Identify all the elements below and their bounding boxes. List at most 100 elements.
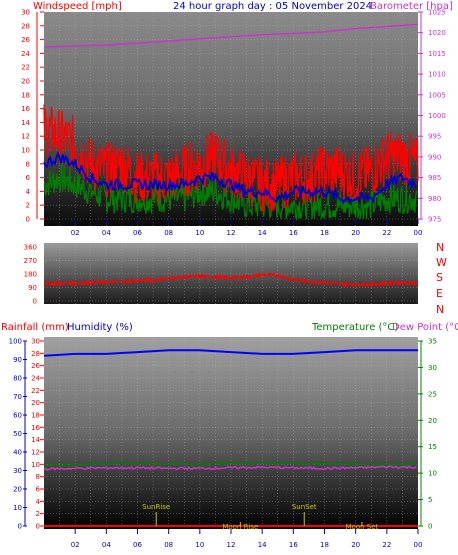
climate-x-tick-label: 02: [71, 541, 80, 549]
rainfall-tick-label: 6: [36, 486, 41, 494]
rainfall-tick-label: 2: [36, 510, 40, 518]
climate-x-tick-label: 14: [258, 541, 267, 549]
wind-tick-label: 16: [21, 105, 30, 113]
climate-x-tick-label: 12: [227, 541, 236, 549]
wind-tick-label: 8: [26, 160, 30, 168]
wind-x-tick-label: 22: [382, 229, 391, 237]
barometer-tick-label: 1020: [428, 29, 446, 37]
direction-label-s: S: [436, 271, 443, 284]
direction-label-w: W: [436, 256, 447, 269]
wind-tick-label: 18: [21, 91, 30, 99]
wind-x-tick-label: 14: [258, 229, 267, 237]
temperature-tick-label: 10: [428, 470, 437, 478]
temperature-tick-label: 0: [428, 523, 432, 531]
climate-x-tick-label: 06: [133, 541, 142, 549]
wind-tick-label: 14: [21, 119, 30, 127]
direction-tick-label: 360: [24, 244, 37, 252]
climate-x-tick-label: 16: [289, 541, 298, 549]
temperature-tick-label: 15: [428, 443, 437, 451]
climate-x-tick-label: 00: [414, 541, 423, 549]
wind-x-tick-label: 10: [195, 229, 204, 237]
barometer-tick-label: 980: [428, 195, 441, 203]
wind-x-tick-label: 20: [351, 229, 360, 237]
wind-tick-label: 4: [26, 188, 31, 196]
event-label: SunSet: [292, 503, 317, 511]
rainfall-tick-label: 22: [31, 387, 40, 395]
wind-tick-label: 26: [21, 36, 30, 44]
barometer-tick-label: 1015: [428, 50, 446, 58]
barometer-tick-label: 1005: [428, 91, 446, 99]
wind-tick-label: 22: [21, 64, 30, 72]
wind-x-tick-label: 04: [102, 229, 111, 237]
humidity-tick-label: 10: [13, 504, 22, 512]
barometer-tick-label: 975: [428, 216, 441, 224]
rainfall-tick-label: 12: [31, 449, 40, 457]
barometer-tick-label: 995: [428, 133, 441, 141]
rainfall-tick-label: 4: [36, 498, 41, 506]
direction-tick-label: 270: [24, 257, 37, 265]
barometer-tick-label: 1010: [428, 71, 446, 79]
temperature-label: Temperature (°C): [311, 322, 398, 333]
wind-x-tick-label: 08: [164, 229, 173, 237]
humidity-tick-label: 90: [13, 356, 22, 364]
wind-x-tick-label: 16: [289, 229, 298, 237]
wind-tick-label: 12: [21, 133, 30, 141]
event-label: Moon Set: [346, 523, 379, 531]
temperature-tick-label: 5: [428, 496, 432, 504]
windspeed-label: Windspeed [mph]: [33, 1, 122, 12]
rainfall-tick-label: 8: [36, 473, 40, 481]
wind-tick-label: 30: [21, 9, 30, 17]
humidity-label: Humidity (%): [67, 322, 133, 333]
dewpoint-label: Dew Point (°C: [392, 322, 458, 333]
wind-tick-label: 0: [26, 216, 30, 224]
direction-label-e: E: [436, 287, 443, 300]
chart-title: 24 hour graph day : 05 November 2024: [173, 1, 372, 12]
wind-x-tick-label: 12: [227, 229, 236, 237]
humidity-tick-label: 0: [18, 523, 22, 531]
climate-x-tick-label: 10: [195, 541, 204, 549]
climate-x-tick-label: 04: [102, 541, 111, 549]
rainfall-tick-label: 24: [31, 375, 40, 383]
wind-x-tick-label: 18: [320, 229, 329, 237]
wind-x-tick-label: 00: [414, 229, 423, 237]
humidity-tick-label: 40: [13, 449, 22, 457]
event-label: SunRise: [142, 503, 170, 511]
rainfall-tick-label: 14: [31, 436, 40, 444]
wind-x-tick-label: 02: [71, 229, 80, 237]
rainfall-tick-label: 26: [31, 362, 40, 370]
wind-tick-label: 20: [21, 78, 30, 86]
wind-tick-label: 24: [21, 50, 30, 58]
temperature-tick-label: 35: [428, 338, 437, 346]
weather-graph: Windspeed [mph] 24 hour graph day : 05 N…: [1, 1, 458, 549]
humidity-tick-label: 100: [9, 338, 22, 346]
event-label: Moon Rise: [222, 523, 258, 531]
direction-tick-label: 180: [24, 271, 37, 279]
rainfall-tick-label: 28: [31, 350, 40, 358]
temperature-tick-label: 30: [428, 364, 437, 372]
direction-label-n-bottom: N: [436, 303, 444, 316]
climate-x-tick-label: 18: [320, 541, 329, 549]
barometer-tick-label: 1025: [428, 9, 446, 17]
rainfall-tick-label: 16: [31, 424, 40, 432]
wind-x-tick-label: 06: [133, 229, 142, 237]
barometer-tick-label: 985: [428, 174, 441, 182]
rainfall-tick-label: 10: [31, 461, 40, 469]
direction-label-n-top: N: [436, 241, 444, 254]
climate-x-tick-label: 20: [351, 541, 360, 549]
humidity-tick-label: 60: [13, 412, 22, 420]
wind-tick-label: 6: [26, 174, 31, 182]
humidity-tick-label: 50: [13, 430, 22, 438]
direction-tick-label: 90: [28, 284, 37, 292]
temperature-tick-label: 25: [428, 390, 437, 398]
humidity-tick-label: 30: [13, 467, 22, 475]
humidity-tick-label: 70: [13, 393, 22, 401]
wind-tick-label: 2: [26, 202, 30, 210]
direction-tick-label: 0: [33, 298, 37, 306]
rainfall-tick-label: 20: [31, 399, 40, 407]
barometer-tick-label: 990: [428, 153, 441, 161]
temperature-tick-label: 20: [428, 417, 437, 425]
rainfall-tick-label: 18: [31, 412, 40, 420]
wind-tick-label: 10: [21, 147, 30, 155]
barometer-tick-label: 1000: [428, 112, 446, 120]
rainfall-tick-label: 30: [31, 338, 40, 346]
